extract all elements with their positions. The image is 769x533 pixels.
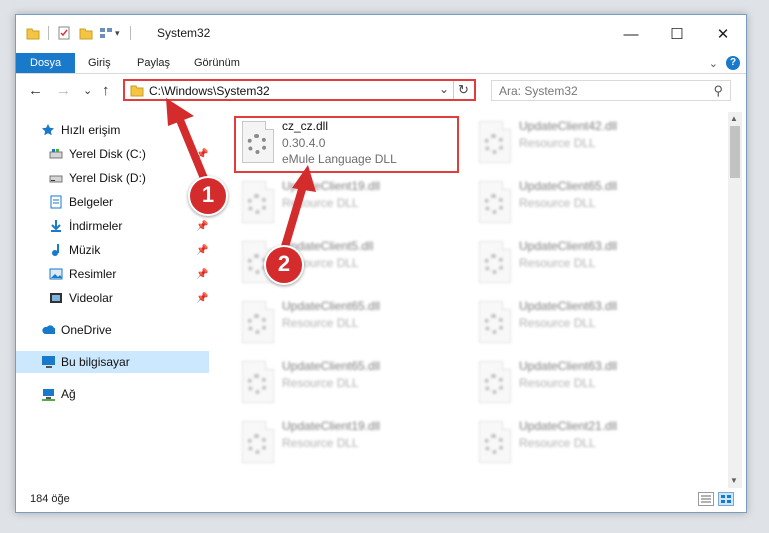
step-badge-2: 2 (264, 245, 304, 285)
step-badge-1: 1 (188, 176, 228, 216)
arrow-to-file (280, 182, 307, 254)
annotation-arrows (166, 98, 316, 254)
arrow-head (292, 165, 316, 192)
